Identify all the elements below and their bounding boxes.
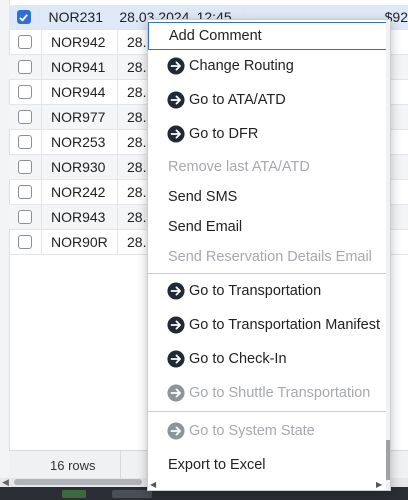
menu-item-label: Remove last ATA/ATD (168, 159, 310, 175)
menu-item-go-to-dfr[interactable]: Go to DFR (148, 120, 388, 148)
footer-divider (120, 451, 121, 480)
cell-id: NOR941 (42, 55, 118, 79)
row-select-cell[interactable] (9, 5, 40, 29)
taskbar-item[interactable] (112, 490, 152, 498)
row-select-cell[interactable] (9, 180, 42, 204)
menu-item-send-email[interactable]: Send Email (148, 213, 388, 241)
menu-item-go-to-check-in[interactable]: Go to Check-In (148, 345, 388, 373)
row-checkbox[interactable] (18, 135, 32, 149)
menu-item-label: Go to DFR (189, 126, 259, 142)
row-select-cell[interactable] (9, 55, 42, 79)
menu-item-label: Send Email (168, 219, 243, 235)
menu-scrollbar-thumb[interactable] (386, 440, 390, 480)
row-select-cell[interactable] (9, 80, 42, 104)
menu-item-label: Go to Transportation Manifest (189, 317, 381, 333)
arrow-right-circle-icon (167, 125, 185, 143)
cell-id: NOR930 (42, 155, 118, 179)
menu-item-go-to-system-state[interactable]: Go to System State (148, 417, 388, 445)
arrow-right-circle-icon (167, 57, 185, 75)
row-select-cell[interactable] (9, 30, 42, 54)
row-count: 16 rows (50, 458, 96, 473)
scroll-left-icon[interactable]: ◀ (150, 480, 156, 489)
cell-id: NOR242 (42, 180, 118, 204)
row-checkbox[interactable] (18, 35, 32, 49)
menu-item-label: Add Comment (169, 28, 262, 44)
row-checkbox[interactable] (18, 185, 32, 199)
row-select-cell[interactable] (9, 230, 42, 254)
row-checkbox[interactable] (16, 10, 31, 24)
cell-id: NOR977 (42, 105, 118, 129)
arrow-right-circle-icon (167, 316, 185, 334)
menu-item-go-to-transportation-manifest[interactable]: Go to Transportation Manifest (148, 311, 388, 339)
menu-item-remove-last-ata-atd[interactable]: Remove last ATA/ATD (148, 153, 388, 181)
context-menu: Add Comment Change Routing Go to ATA/ATD… (147, 19, 391, 491)
scroll-left-icon[interactable]: ◀ (2, 477, 9, 487)
menu-scroll-arrows: ◀ ▶ (148, 480, 388, 490)
scrollbar-thumb[interactable] (14, 479, 142, 485)
arrow-right-circle-icon (167, 422, 185, 440)
row-checkbox[interactable] (18, 60, 32, 74)
row-checkbox[interactable] (18, 210, 32, 224)
menu-item-send-sms[interactable]: Send SMS (148, 183, 388, 211)
menu-item-label: Change Routing (189, 58, 294, 74)
menu-item-label: Go to System State (189, 423, 315, 439)
taskbar-item[interactable] (62, 490, 86, 498)
cell-id: NOR90R (42, 230, 118, 254)
menu-item-send-reservation-details-email[interactable]: Send Reservation Details Email (148, 243, 388, 271)
menu-item-change-routing[interactable]: Change Routing (148, 52, 388, 80)
row-select-cell[interactable] (9, 205, 42, 229)
menu-scrollbar[interactable] (386, 20, 390, 490)
row-checkbox[interactable] (18, 85, 32, 99)
menu-divider (148, 411, 388, 412)
menu-item-label: Send SMS (168, 189, 238, 205)
row-select-cell[interactable] (9, 105, 42, 129)
menu-item-label: Go to ATA/ATD (189, 92, 286, 108)
menu-item-go-to-ata-atd[interactable]: Go to ATA/ATD (148, 86, 388, 114)
row-select-cell[interactable] (9, 155, 42, 179)
row-checkbox[interactable] (18, 160, 32, 174)
menu-item-export-to-excel[interactable]: Export to Excel (148, 451, 388, 479)
menu-item-go-to-transportation[interactable]: Go to Transportation (148, 277, 388, 305)
cell-id: NOR231 (40, 5, 111, 29)
checkmark-icon (19, 13, 29, 22)
menu-item-add-comment[interactable]: Add Comment (148, 22, 388, 50)
row-checkbox[interactable] (18, 235, 32, 249)
menu-item-label: Go to Check-In (189, 351, 287, 367)
cell-id: NOR943 (42, 205, 118, 229)
menu-item-go-to-shuttle-transportation[interactable]: Go to Shuttle Transportation (148, 379, 388, 407)
row-select-cell[interactable] (9, 130, 42, 154)
cell-id: NOR253 (42, 130, 118, 154)
cell-id: NOR944 (42, 80, 118, 104)
menu-divider (148, 273, 388, 274)
menu-item-label: Send Reservation Details Email (168, 249, 372, 265)
menu-item-label: Export to Excel (168, 457, 266, 473)
menu-item-label: Go to Transportation (189, 283, 322, 299)
arrow-right-circle-icon (167, 91, 185, 109)
arrow-right-circle-icon (167, 350, 185, 368)
menu-item-label: Go to Shuttle Transportation (189, 385, 371, 401)
cell-id: NOR942 (42, 30, 118, 54)
row-checkbox[interactable] (18, 110, 32, 124)
arrow-right-circle-icon (167, 282, 185, 300)
arrow-right-circle-icon (167, 384, 185, 402)
scroll-right-icon[interactable]: ▶ (376, 480, 382, 489)
